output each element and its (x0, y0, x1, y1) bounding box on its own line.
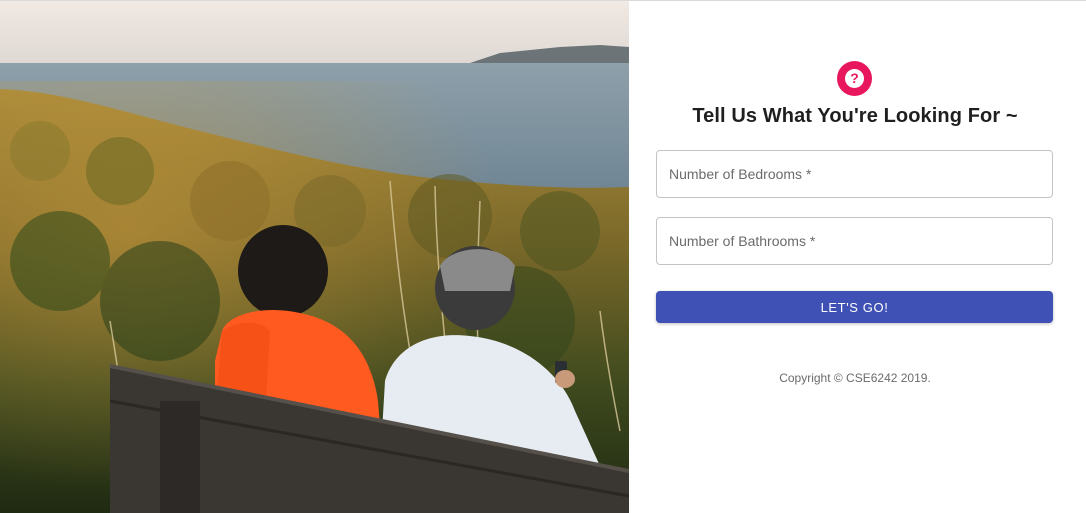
bedrooms-label: Number of Bedrooms * (669, 166, 812, 182)
hero-image (0, 1, 629, 513)
help-circle-icon: ? (845, 69, 864, 88)
bedrooms-input[interactable]: Number of Bedrooms * (656, 150, 1053, 198)
page-title: Tell Us What You're Looking For ~ (692, 105, 1018, 127)
copyright-text: Copyright © CSE6242 2019. (779, 371, 931, 385)
bathrooms-input[interactable]: Number of Bathrooms * (656, 217, 1053, 265)
bathrooms-label: Number of Bathrooms * (669, 233, 816, 249)
lets-go-button[interactable]: LET'S GO! (656, 291, 1053, 323)
help-avatar: ? (837, 61, 872, 96)
form-panel: ? Tell Us What You're Looking For ~ Numb… (629, 1, 1086, 513)
